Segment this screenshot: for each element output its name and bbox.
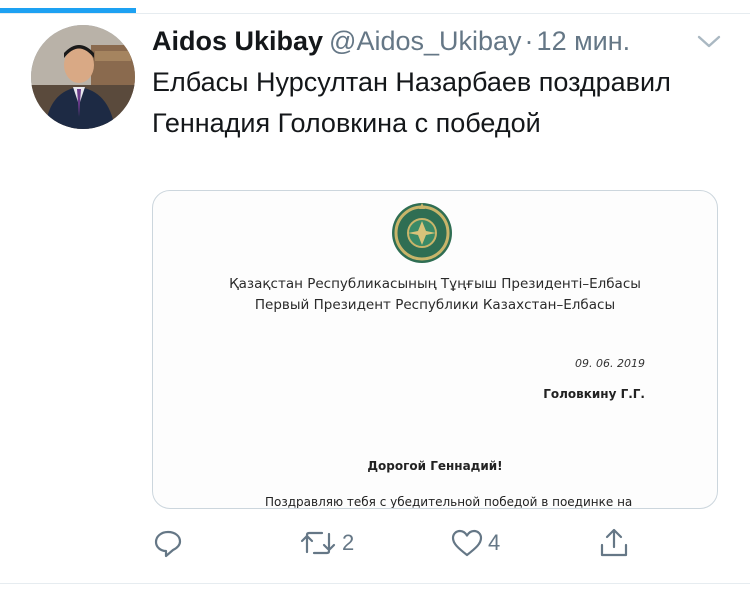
letter-date: 09. 06. 2019 [575, 357, 645, 370]
letter-body: Поздравляю тебя с убедительной победой в… [265, 495, 633, 509]
heart-icon [450, 527, 484, 559]
tweet-timestamp[interactable]: 12 мин. [537, 26, 631, 56]
retweet-count: 2 [342, 530, 355, 555]
share-button[interactable] [598, 525, 630, 561]
like-button[interactable]: 4 [450, 525, 500, 561]
letterhead-russian: Первый Президент Республики Казахстан–Ел… [254, 297, 616, 313]
letter-recipient: Головкину Г.Г. [543, 387, 645, 401]
tweet-header: Aidos Ukibay @Aidos_Ukibay · 12 мин. [152, 26, 630, 56]
avatar[interactable] [31, 25, 135, 129]
letter-greeting: Дорогой Геннадий! [367, 459, 503, 473]
reply-button[interactable] [152, 525, 188, 561]
author-handle[interactable]: @Aidos_Ukibay [329, 26, 522, 56]
like-count: 4 [488, 530, 501, 555]
letter-image: Қазақстан Республикасының Тұңғыш Президе… [153, 191, 717, 508]
tweet-actions: 2 4 [152, 525, 712, 561]
separator-dot: · [524, 26, 534, 56]
state-emblem-icon [390, 201, 454, 265]
divider [0, 583, 750, 584]
top-bar [0, 0, 750, 14]
avatar-photo [31, 25, 135, 129]
retweet-button[interactable]: 2 [298, 525, 354, 561]
share-icon [598, 527, 630, 559]
reply-icon [152, 527, 184, 559]
tweet-media[interactable]: Қазақстан Республикасының Тұңғыш Президе… [152, 190, 718, 509]
author-name[interactable]: Aidos Ukibay [152, 26, 323, 56]
retweet-icon [298, 527, 338, 559]
tweet-text: Елбасы Нурсултан Назарбаев поздравил Ген… [152, 67, 671, 138]
chevron-down-icon[interactable] [696, 30, 722, 52]
letterhead-kazakh: Қазақстан Республикасының Тұңғыш Президе… [229, 276, 641, 292]
divider [0, 13, 750, 14]
